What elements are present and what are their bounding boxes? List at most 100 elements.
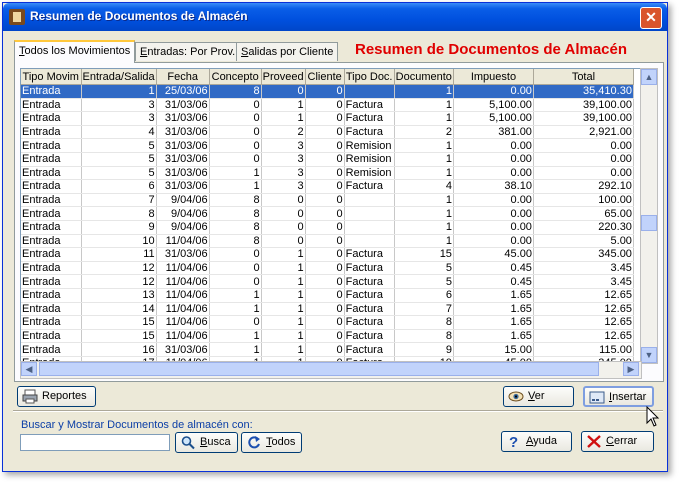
table-row[interactable]: Entrada 4 31/03/06 0 2 0 Factura 2 381.00 2,921.0… [21, 125, 634, 140]
todos-label: Todos [266, 433, 295, 452]
table-row[interactable]: Entrada 1 25/03/06 8 0 0 1 0.00 35,410.30 [21, 84, 634, 99]
table-cell: 11 [81, 247, 157, 262]
table-row[interactable]: Entrada 12 11/04/06 0 1 0 Factura 5 0.45 3.45 [21, 261, 634, 276]
table-row[interactable]: Entrada 11 31/03/06 0 1 0 Factura 15 45.00 345.00 [21, 247, 634, 262]
table-cell: Entrada [21, 342, 82, 357]
table-cell: Entrada [21, 98, 82, 113]
svg-text:?: ? [509, 434, 518, 449]
table-cell: 12 [81, 274, 157, 289]
table-cell: 3 [261, 166, 306, 181]
busca-button[interactable]: Busca [175, 432, 238, 453]
table-row[interactable]: Entrada 12 11/04/06 0 1 0 Factura 5 0.45 3.45 [21, 274, 634, 289]
table-row[interactable]: Entrada 7 9/04/06 8 0 0 1 0.00 100.00 [21, 193, 634, 208]
column-header[interactable]: Entrada/Salida [81, 69, 157, 85]
table-row[interactable]: Entrada 5 31/03/06 0 3 0 Remision 1 0.00 0.00 [21, 152, 634, 167]
table-row[interactable]: Entrada 8 9/04/06 8 0 0 1 0.00 65.00 [21, 206, 634, 221]
reportes-button[interactable]: Reportes [17, 386, 96, 407]
table-cell: 0 [261, 206, 306, 221]
horizontal-scroll-thumb[interactable] [39, 362, 599, 376]
table-cell: 0 [305, 220, 345, 235]
cerrar-button[interactable]: Cerrar [581, 431, 654, 452]
search-input[interactable] [20, 434, 170, 451]
table-cell: 15 [394, 247, 454, 262]
ver-button[interactable]: Ver [503, 386, 574, 407]
table-row[interactable]: Entrada 9 9/04/06 8 0 0 1 0.00 220.30 [21, 220, 634, 235]
table-cell: 1.65 [453, 329, 534, 344]
tab-salidas-por-cliente[interactable]: Salidas por Cliente [236, 42, 339, 61]
column-header[interactable]: Total [533, 69, 634, 85]
vertical-scrollbar[interactable]: ▲ ▼ [640, 68, 658, 364]
todos-button[interactable]: Todos [241, 432, 302, 453]
table-cell: Entrada [21, 329, 82, 344]
table-cell: 1 [261, 111, 306, 126]
divider [13, 410, 663, 412]
table-cell: 31/03/06 [156, 111, 210, 126]
table-cell: 1 [261, 274, 306, 289]
table-cell: 14 [81, 302, 157, 317]
table-row[interactable]: Entrada 16 31/03/06 1 1 0 Factura 9 15.00 115.00 [21, 342, 634, 357]
table-cell: 0 [305, 274, 345, 289]
table-cell: 45.00 [453, 247, 534, 262]
vertical-scroll-thumb[interactable] [641, 215, 657, 231]
table-cell: 0.00 [453, 234, 534, 249]
table-row[interactable]: Entrada 3 31/03/06 0 1 0 Factura 1 5,100.00 39,10… [21, 98, 634, 113]
table-row[interactable]: Entrada 15 11/04/06 1 1 0 Factura 8 1.65 12.65 [21, 329, 634, 344]
table-row[interactable]: Entrada 13 11/04/06 1 1 0 Factura 6 1.65 12.65 [21, 288, 634, 303]
table-cell: 0 [209, 261, 262, 276]
column-header[interactable]: Tipo Movim [21, 69, 82, 85]
documents-grid[interactable]: Tipo Movim Entrada/Salida Fecha Concepto Pro… [20, 68, 642, 362]
table-cell: 5 [81, 152, 157, 167]
ayuda-button[interactable]: ? Ayuda [501, 431, 572, 452]
table-cell: 1.65 [453, 315, 534, 330]
tab-entradas-por-prov[interactable]: Entradas: Por Prov. [135, 42, 241, 61]
scroll-left-icon[interactable]: ◀ [21, 362, 37, 376]
table-cell: 11/04/06 [156, 234, 210, 249]
table-row[interactable]: Entrada 5 31/03/06 0 3 0 Remision 1 0.00 0.00 [21, 138, 634, 153]
table-row[interactable]: Entrada 15 11/04/06 0 1 0 Factura 8 1.65 12.65 [21, 315, 634, 330]
close-button[interactable]: ✕ [640, 7, 662, 29]
table-cell: Entrada [21, 111, 82, 126]
table-cell: Entrada [21, 193, 82, 208]
table-row[interactable]: Entrada 3 31/03/06 0 1 0 Factura 1 5,100.00 39,10… [21, 111, 634, 126]
table-cell: 0 [305, 152, 345, 167]
scroll-right-icon[interactable]: ▶ [623, 362, 639, 376]
table-cell: Entrada [21, 302, 82, 317]
column-header[interactable]: Tipo Doc. [344, 69, 395, 85]
column-header[interactable]: Fecha [156, 69, 210, 85]
table-cell: 1 [209, 342, 262, 357]
horizontal-scrollbar[interactable]: ◀ ▶ [20, 361, 642, 379]
table-cell: 5 [394, 261, 454, 276]
table-cell: 0 [305, 302, 345, 317]
ver-text: er [534, 390, 545, 402]
table-cell: 8 [209, 206, 262, 221]
scroll-down-icon[interactable]: ▼ [641, 347, 657, 363]
table-row[interactable]: Entrada 14 11/04/06 1 1 0 Factura 7 1.65 12.65 [21, 302, 634, 317]
table-cell: Factura [344, 111, 395, 126]
column-header[interactable]: Impuesto [453, 69, 534, 85]
table-cell: 1 [261, 302, 306, 317]
table-cell: Entrada [21, 247, 82, 262]
column-header[interactable]: Concepto [209, 69, 262, 85]
insertar-button[interactable]: Insertar [583, 386, 654, 407]
table-cell: 1 [261, 315, 306, 330]
table-cell: 9 [81, 220, 157, 235]
title-bar[interactable]: Resumen de Documentos de Almacén ✕ [3, 3, 667, 31]
table-cell: 11/04/06 [156, 274, 210, 289]
table-cell: 0.00 [453, 152, 534, 167]
close-x-icon [587, 435, 601, 448]
cerrar-text: errar [613, 435, 638, 447]
table-cell: 0.00 [453, 84, 534, 99]
column-header[interactable]: Documento [394, 69, 454, 85]
table-cell: 0.00 [453, 193, 534, 208]
table-cell: 1 [394, 152, 454, 167]
scroll-up-icon[interactable]: ▲ [641, 69, 657, 85]
table-cell: Entrada [21, 234, 82, 249]
table-row[interactable]: Entrada 10 11/04/06 8 0 0 1 0.00 5.00 [21, 234, 634, 249]
table-cell: 1 [394, 111, 454, 126]
tab-todos-movimientos[interactable]: Todos los Movimientos [14, 40, 136, 63]
column-header[interactable]: Cliente [305, 69, 345, 85]
column-header[interactable]: Proveed [261, 69, 306, 85]
table-row[interactable]: Entrada 5 31/03/06 1 3 0 Remision 1 0.00 0.00 [21, 166, 634, 181]
table-row[interactable]: Entrada 6 31/03/06 1 3 0 Factura 4 38.10 292.10 [21, 179, 634, 194]
table-cell: 12.65 [533, 302, 634, 317]
